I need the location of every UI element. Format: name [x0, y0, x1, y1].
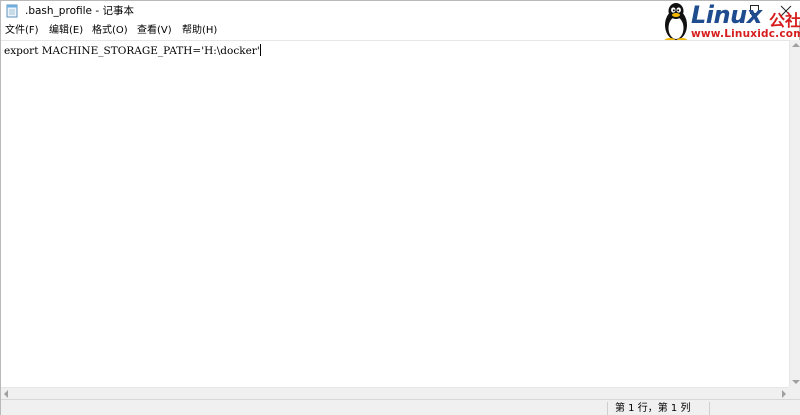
menu-bar: 文件(F) 编辑(E) 格式(O) 查看(V) 帮助(H)	[1, 22, 800, 40]
cursor-position: 第 1 行，第 1 列	[615, 403, 691, 414]
scroll-down-arrow-icon[interactable]	[792, 380, 800, 384]
status-separator	[709, 402, 710, 415]
editor-line-1: export MACHINE_STORAGE_PATH='H:\docker'	[4, 45, 260, 57]
editor-content[interactable]: export MACHINE_STORAGE_PATH='H:\docker'	[4, 44, 261, 58]
menu-format[interactable]: 格式(O)	[92, 24, 128, 38]
window-title: .bash_profile - 记事本	[25, 5, 134, 17]
scroll-right-arrow-icon[interactable]	[782, 390, 786, 398]
vertical-scrollbar[interactable]	[789, 40, 800, 387]
notepad-icon	[6, 4, 18, 18]
text-editor-area[interactable]: export MACHINE_STORAGE_PATH='H:\docker'	[1, 40, 789, 387]
menu-edit[interactable]: 编辑(E)	[49, 24, 83, 38]
menu-help[interactable]: 帮助(H)	[182, 24, 217, 38]
scrollbar-corner	[789, 387, 800, 399]
text-caret	[259, 44, 261, 56]
menu-view[interactable]: 查看(V)	[137, 24, 172, 38]
scroll-up-arrow-icon[interactable]	[792, 43, 800, 47]
scroll-left-arrow-icon[interactable]	[4, 390, 8, 398]
status-separator	[607, 402, 608, 415]
notepad-window: .bash_profile - 记事本 Linux 公社 www.Linuxid…	[0, 0, 800, 415]
menu-file[interactable]: 文件(F)	[5, 24, 39, 38]
horizontal-scrollbar[interactable]	[1, 387, 789, 399]
status-bar: 第 1 行，第 1 列	[1, 399, 800, 415]
